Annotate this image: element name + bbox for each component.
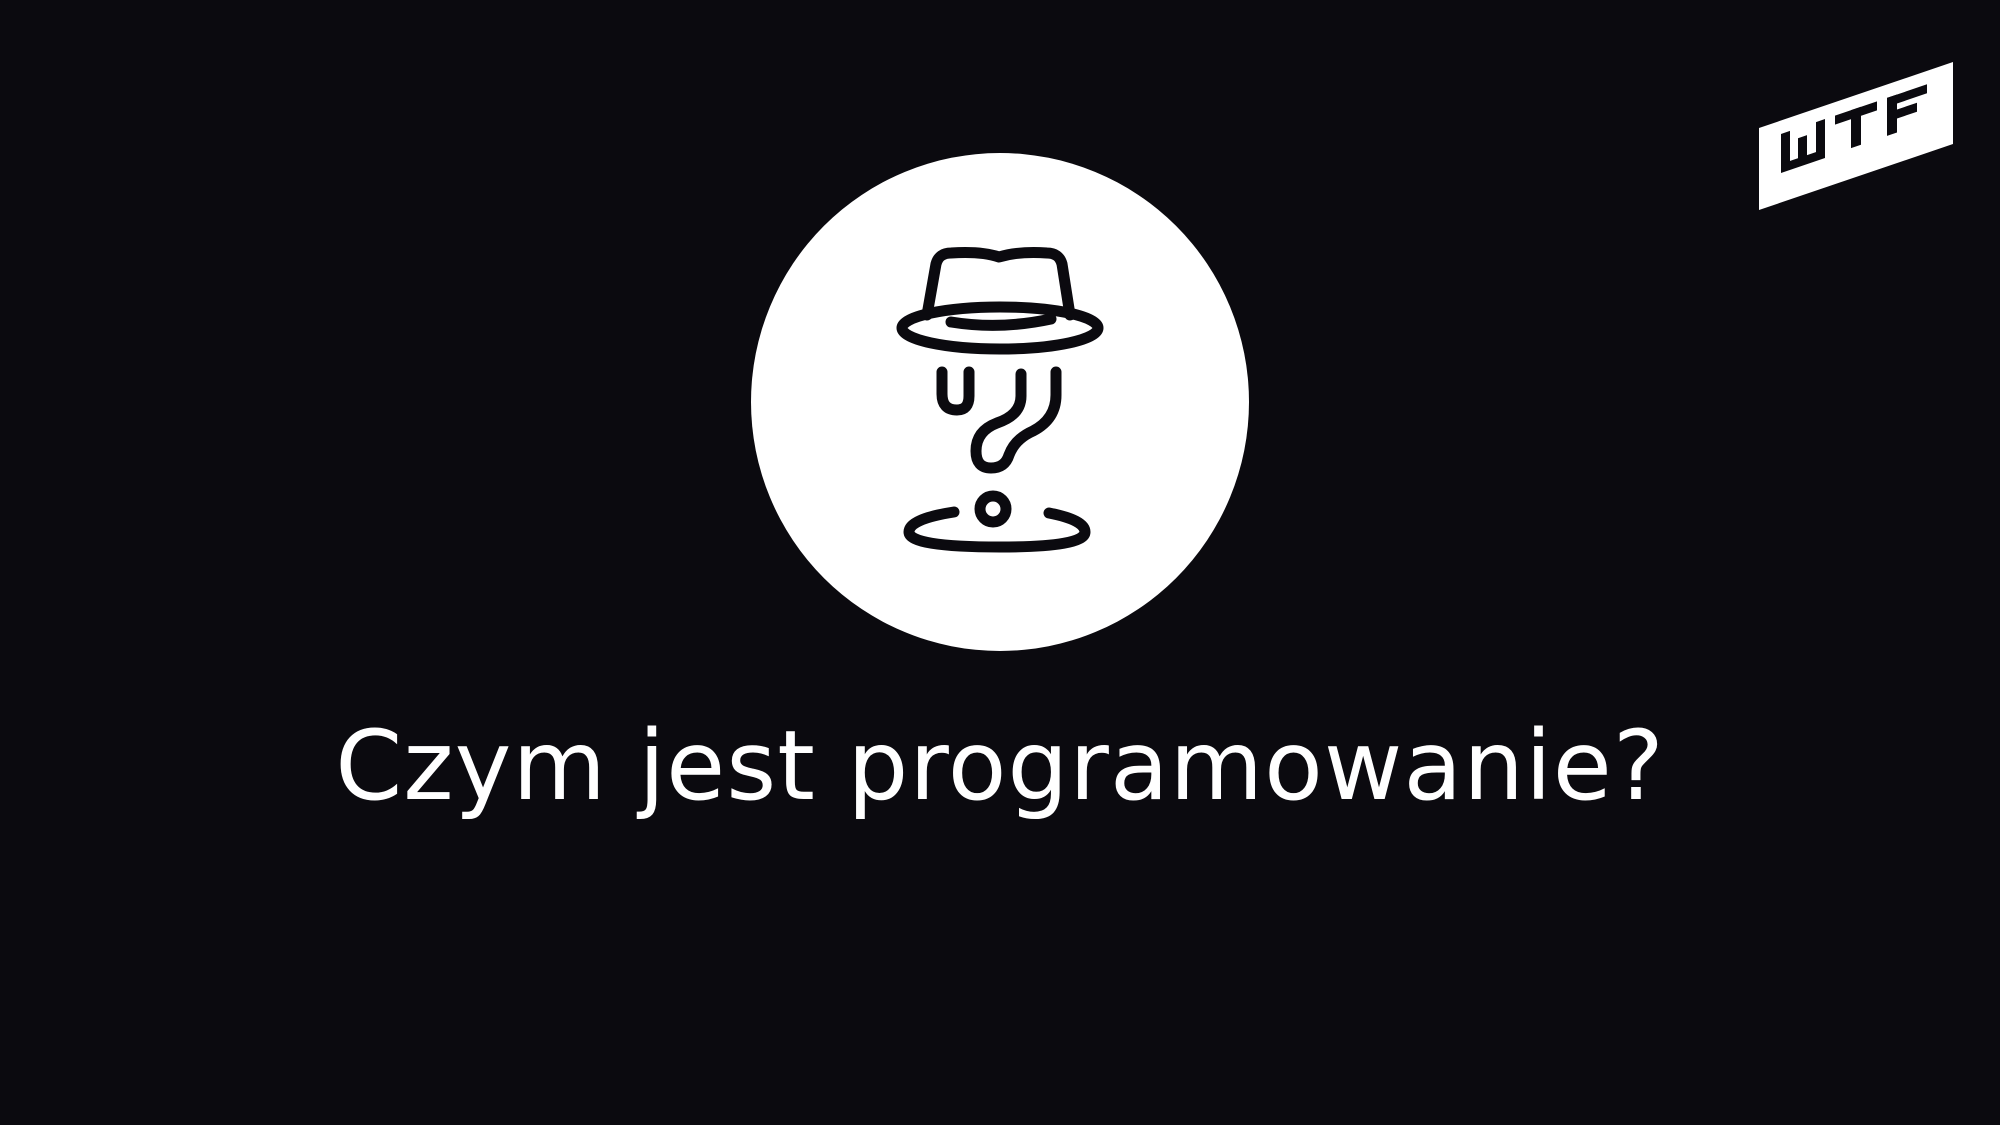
mystery-hat-question-mark-icon (896, 247, 1104, 553)
mystery-emblem (751, 153, 1249, 651)
slide-title: Czym jest programowanie? (335, 710, 1665, 822)
wtf-logo-icon (1757, 62, 1955, 214)
slide: Czym jest programowanie? (0, 0, 2000, 1125)
